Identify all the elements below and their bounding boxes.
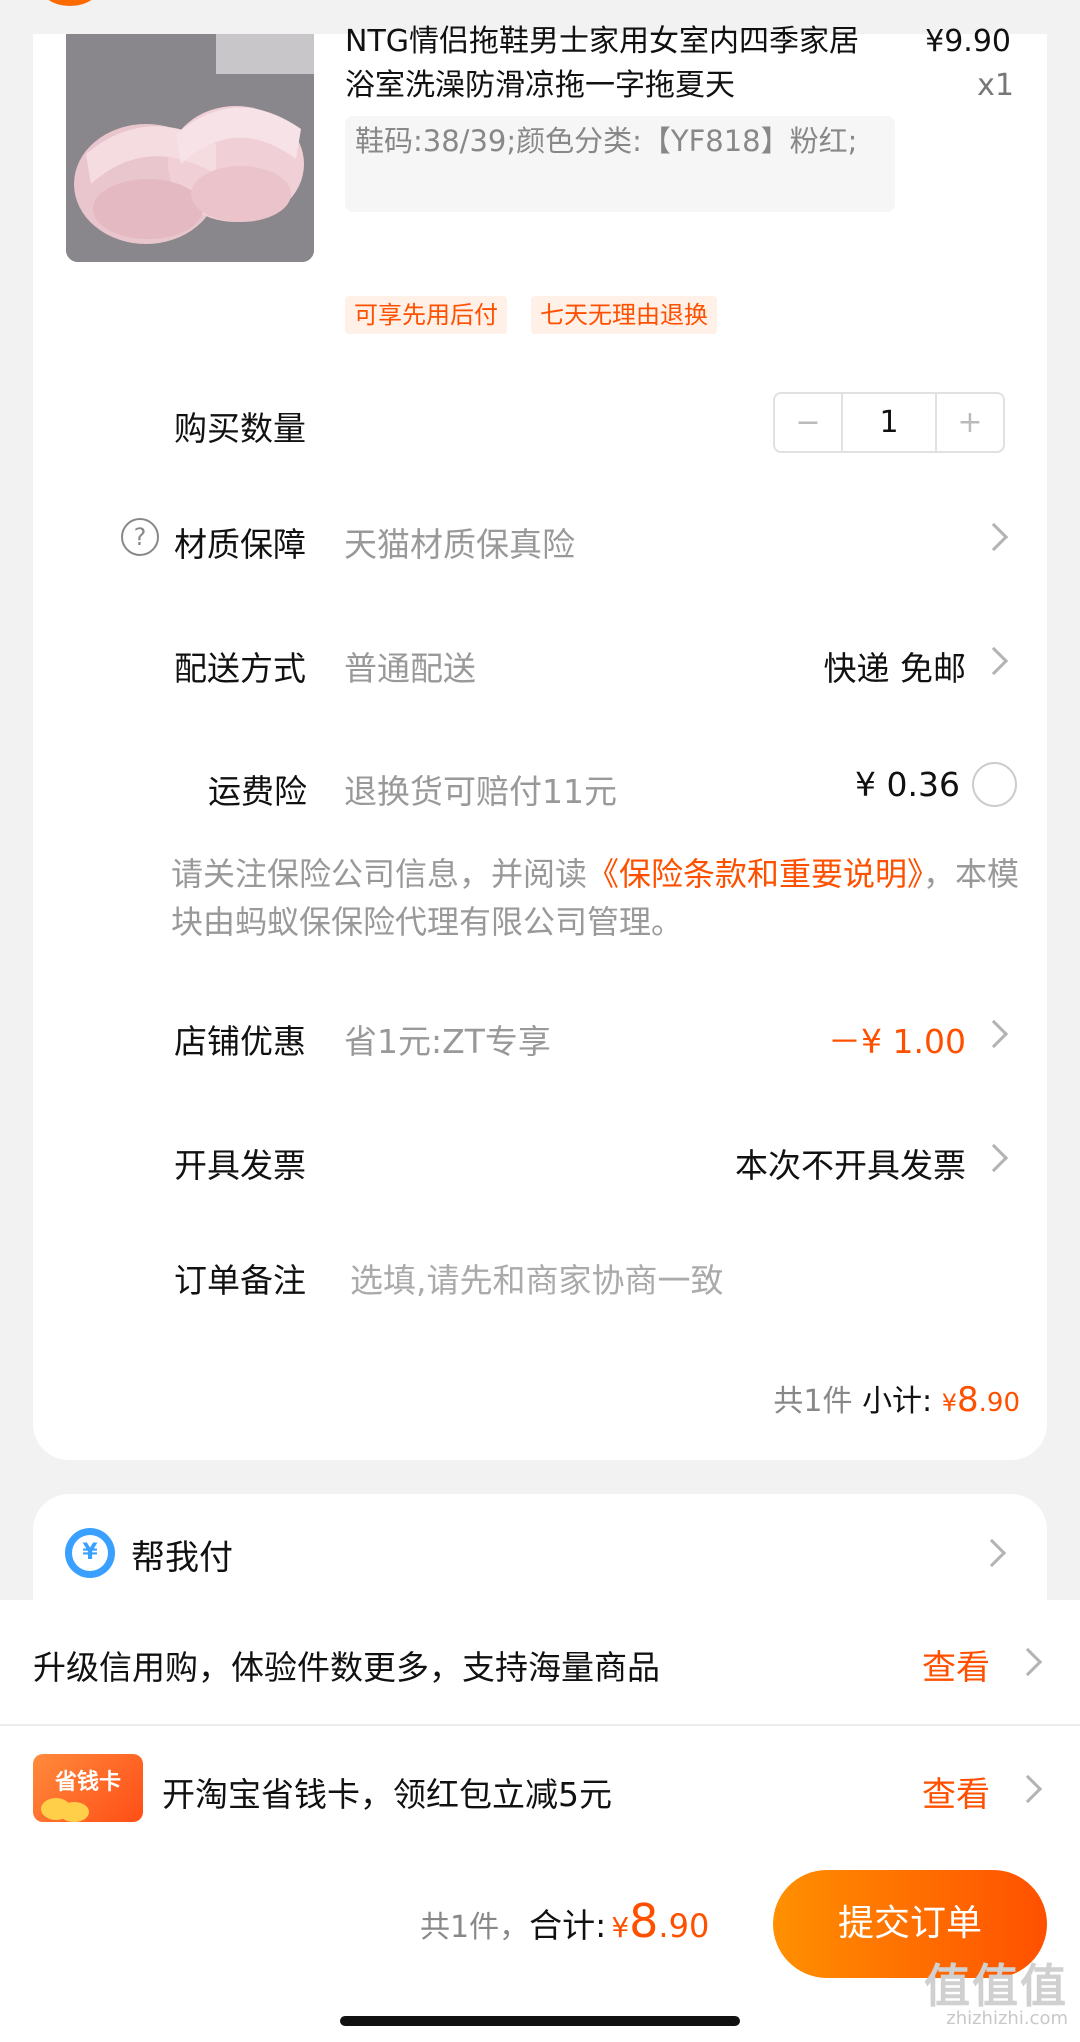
slippers-illustration [66,34,314,262]
product-sku[interactable]: 鞋码:38/39;颜色分类:【YF818】粉红; [345,116,895,212]
insurance-radio[interactable] [972,762,1017,807]
product-price: ¥9.90 [925,24,1011,59]
material-label: 材质保障 [174,525,306,564]
total-count: 共1件， [420,1910,530,1945]
savings-card-logo: 省钱卡 [33,1754,143,1822]
help-question-icon[interactable]: ? [121,518,159,556]
delivery-method[interactable]: 快递 免邮 [700,642,967,690]
total-int: 8 [629,1894,659,1948]
subtotal-count: 共1件 [773,1384,853,1419]
product-title[interactable]: NTG情侣拖鞋男士家用女室内四季家居浴室洗澡防滑凉拖一字拖夏天 [345,20,885,108]
subtotal-int: 8 [957,1380,979,1420]
quantity-value[interactable]: 1 [841,394,937,451]
invoice-label: 开具发票 [174,1146,306,1185]
total-currency: ¥ [611,1911,630,1944]
invoice-value[interactable]: 本次不开具发票 [660,1139,966,1187]
insurance-terms-link[interactable]: 《保险条款和重要说明》 [587,855,923,893]
insurance-value: 退换货可赔付11元 [344,772,617,811]
insurance-notice-pre: 请关注保险公司信息，并阅读 [171,855,588,893]
subtotal: 共1件 小计: ¥8.90 [700,1376,1020,1420]
tag-pay-later: 可享先用后付 [345,296,507,334]
product-quantity: x1 [977,68,1014,103]
tag-seven-day-return: 七天无理由退换 [531,296,717,334]
insurance-label: 运费险 [208,772,307,811]
pay-for-me-label[interactable]: 帮我付 [131,1530,233,1579]
quantity-minus-button[interactable]: − [775,394,841,451]
home-indicator [340,2016,740,2026]
product-image[interactable] [66,34,314,262]
coin-icon [59,1802,89,1822]
promo-credit-view-link[interactable]: 查看 [922,1640,990,1689]
coupon-value: 省1元:ZT专享 [344,1022,551,1061]
quantity-plus-button[interactable]: + [937,394,1003,451]
header-logo-dot [40,0,100,6]
insurance-notice: 请关注保险公司信息，并阅读《保险条款和重要说明》，本模块由蚂蚁保保险代理有限公司… [171,850,1031,946]
promo-savings-view-link[interactable]: 查看 [922,1767,990,1816]
total-label: 合计: [529,1906,607,1945]
quantity-stepper: − 1 + [773,392,1005,453]
savings-card-logo-text: 省钱卡 [54,1770,121,1795]
coupon-label: 店铺优惠 [174,1022,306,1061]
watermark: 值值值 [924,1959,1068,2013]
promo-savings-text: 开淘宝省钱卡，领红包立减5元 [162,1775,612,1814]
subtotal-currency: ¥ [941,1389,957,1417]
yuan-icon: ¥ [65,1528,115,1578]
total-dec: .90 [658,1907,710,1945]
delivery-label: 配送方式 [174,649,306,688]
insurance-price: ¥ 0.36 [855,765,960,804]
remark-input[interactable]: 选填,请先和商家协商一致 [350,1254,724,1302]
remark-label: 订单备注 [174,1261,306,1300]
subtotal-dec: .90 [978,1388,1020,1418]
watermark-url: zhizhizhi.com [946,2008,1068,2029]
material-value[interactable]: 天猫材质保真险 [344,518,575,566]
quantity-label: 购买数量 [174,409,306,448]
promo-credit-text: 升级信用购，体验件数更多，支持海量商品 [33,1648,660,1687]
delivery-value: 普通配送 [344,649,476,688]
coupon-amount[interactable]: －¥ 1.00 [740,1015,966,1063]
subtotal-label: 小计: [862,1384,933,1419]
total-summary: 共1件，合计: ¥8.90 [420,1894,709,1948]
